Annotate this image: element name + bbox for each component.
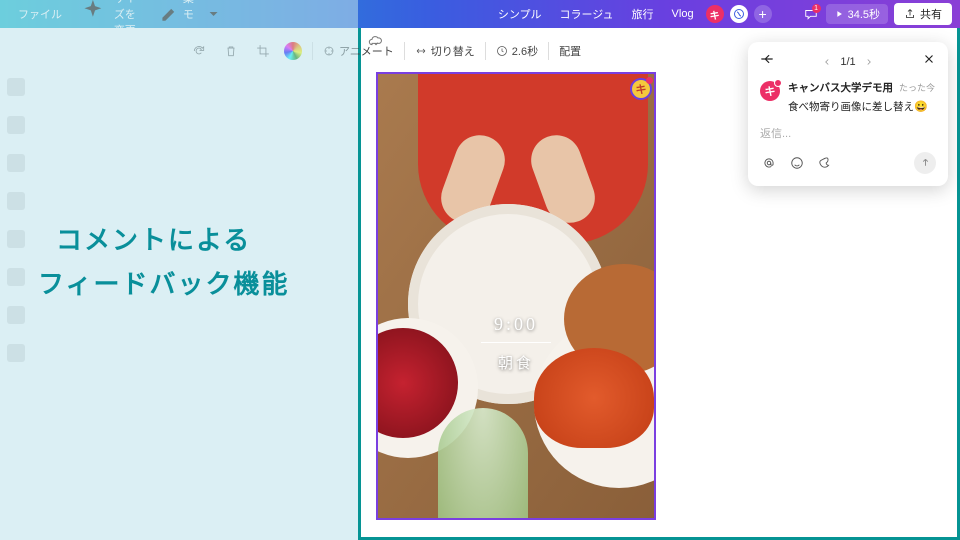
send-button[interactable] [914, 152, 936, 174]
separator [312, 42, 313, 60]
color-picker[interactable] [284, 42, 302, 60]
sidebar-slot[interactable] [7, 192, 25, 210]
back-button[interactable] [760, 52, 774, 71]
chevron-down-icon [204, 4, 223, 23]
user-avatar-badge[interactable]: キ [706, 5, 724, 23]
mention-button[interactable] [760, 154, 778, 172]
animate-button[interactable]: アニメート [323, 43, 394, 59]
comment-time: たった今 [899, 82, 935, 96]
page-indicator: 1/1 [840, 56, 855, 68]
refresh-button[interactable] [188, 40, 210, 62]
reply-input[interactable] [760, 128, 936, 140]
style-vlog[interactable]: Vlog [666, 6, 700, 22]
sidebar-slot[interactable] [7, 78, 25, 96]
overlay-time: 9:00 [378, 314, 654, 335]
arrow-left-icon [760, 52, 774, 66]
canva-logo-badge [730, 5, 748, 23]
trash-icon [224, 44, 238, 58]
comment-pager: 1/1 [822, 56, 873, 68]
sidebar-slot[interactable] [7, 268, 25, 286]
left-sidebar [0, 70, 32, 530]
play-duration: 34.5秒 [848, 6, 880, 22]
position-button[interactable]: 配置 [559, 43, 581, 59]
clock-icon [496, 45, 508, 57]
comment-body: キャンバス大学デモ用たった今 食べ物寄り画像に差し替え😀 [788, 81, 935, 116]
sidebar-slot[interactable] [7, 154, 25, 172]
notif-badge: 1 [812, 4, 821, 13]
share-button[interactable]: 共有 [894, 3, 952, 25]
comment-avatar: キ [760, 81, 780, 101]
menu-file[interactable]: ファイル [18, 6, 62, 22]
grin-emoji: 😀 [914, 101, 928, 113]
sticker-icon [818, 156, 832, 170]
analytics-button[interactable] [778, 5, 796, 23]
sidebar-slot[interactable] [7, 306, 25, 324]
panel-actions [760, 152, 936, 174]
reply-field-wrap [760, 124, 936, 142]
at-icon [762, 156, 776, 170]
refresh-icon [192, 44, 206, 58]
add-member-button[interactable]: + [754, 5, 772, 23]
topbar-right: シンプル コラージュ 旅行 Vlog キ + 1 34.5秒 共有 [492, 3, 960, 25]
transition-button[interactable]: 切り替え [415, 43, 475, 59]
pencil-icon [160, 4, 179, 23]
slide-headline: コメントによる フィードバック機能 [38, 218, 289, 306]
duration-button[interactable]: 2.6秒 [496, 43, 538, 59]
position-label: 配置 [559, 43, 581, 59]
crop-button[interactable] [252, 40, 274, 62]
overlay-label: 朝食 [378, 352, 654, 373]
comment-item: キ キャンバス大学デモ用たった今 食べ物寄り画像に差し替え😀 [760, 81, 936, 116]
chart-icon [780, 7, 794, 21]
breakfast-photo: 9:00 朝食 [378, 74, 654, 518]
motion-icon [323, 45, 335, 57]
separator [485, 42, 486, 60]
style-simple[interactable]: シンプル [492, 4, 548, 24]
style-travel[interactable]: 旅行 [626, 4, 660, 24]
sidebar-slot[interactable] [7, 344, 25, 362]
close-icon [922, 52, 936, 66]
headline-line2: フィードバック機能 [38, 262, 289, 306]
duration-label: 2.6秒 [512, 43, 538, 59]
overlay-divider [378, 342, 654, 343]
resize-button[interactable]: サイズを変更 [76, 0, 146, 38]
top-bar: ファイル サイズを変更 編集モード シンプル コラージュ 旅行 Vlog キ +… [0, 0, 960, 28]
animate-label: アニメート [339, 43, 394, 59]
transition-label: 切り替え [431, 43, 475, 59]
chevron-right-icon[interactable] [864, 57, 874, 67]
comments-button[interactable]: 1 [802, 5, 820, 23]
arrow-up-icon [920, 157, 931, 168]
comment-author: キャンバス大学デモ用 [788, 81, 893, 97]
close-button[interactable] [922, 52, 936, 71]
separator [404, 42, 405, 60]
comment-panel: 1/1 キ キャンバス大学デモ用たった今 食べ物寄り画像に差し替え😀 [748, 42, 948, 186]
comment-pin[interactable]: キ [630, 78, 652, 100]
play-button[interactable]: 34.5秒 [826, 4, 888, 24]
share-label: 共有 [920, 6, 942, 22]
context-toolbar: アニメート 切り替え 2.6秒 配置 [188, 40, 581, 62]
panel-header: 1/1 [760, 52, 936, 71]
delete-button[interactable] [220, 40, 242, 62]
style-collage[interactable]: コラージュ [554, 4, 620, 24]
sparkle-icon [76, 0, 110, 31]
transition-icon [415, 45, 427, 57]
chevron-left-icon[interactable] [822, 57, 832, 67]
sidebar-slot[interactable] [7, 230, 25, 248]
sticker-button[interactable] [816, 154, 834, 172]
design-canvas[interactable]: 9:00 朝食 [376, 72, 656, 520]
play-icon [834, 9, 844, 19]
emoji-button[interactable] [788, 154, 806, 172]
crop-icon [256, 44, 270, 58]
smile-icon [790, 156, 804, 170]
separator [548, 42, 549, 60]
share-icon [904, 8, 916, 20]
headline-line1: コメントによる [38, 218, 289, 262]
resize-label: サイズを変更 [114, 0, 146, 38]
comment-text: 食べ物寄り画像に差し替え😀 [788, 99, 935, 116]
menu-file-label: ファイル [18, 6, 62, 22]
sidebar-slot[interactable] [7, 116, 25, 134]
